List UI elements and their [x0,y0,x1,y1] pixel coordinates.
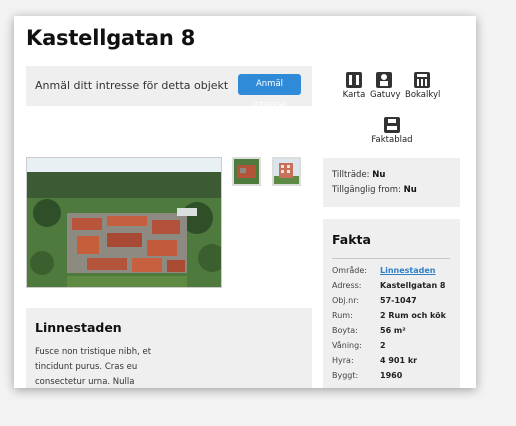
available-value: Nu [403,185,417,195]
fact-label-living-area: Boyta: [332,326,358,335]
fact-label-area: Område: [332,266,367,275]
page-title: Kastellgatan 8 [26,26,196,50]
thumbnail-image-2 [274,159,299,184]
facts-divider [332,258,450,259]
fact-label-rent: Hyra: [332,356,354,365]
map-icon [346,72,362,88]
fact-value-rent: 4 901 kr [380,356,418,365]
street-view-tool-label: Gatuvy [370,90,401,100]
fact-label-floor: Våning: [332,341,362,350]
calculator-icon [414,72,430,88]
main-photo[interactable] [26,157,222,288]
fact-value-rooms: 2 Rum och kök [380,311,446,320]
interest-panel: Anmäl ditt intresse för detta objekt Anm… [26,66,312,110]
thumbnail-1[interactable] [232,157,261,186]
fact-sheet-tool[interactable]: Faktablad [370,117,414,145]
fact-label-built: Byggt: [332,371,359,380]
access-line: Tillträde: Nu [332,170,385,180]
browser-window: Kastellgatan 8 Anmäl ditt intresse för d… [14,16,476,388]
access-value: Nu [372,170,386,180]
fact-value-object-number: 57-1047 [380,296,417,305]
fact-label-address: Adress: [332,281,362,290]
street-view-tool[interactable]: Gatuvy [370,72,401,100]
fact-label-rooms: Rum: [332,311,353,320]
thumbnail-2[interactable] [272,157,301,186]
fact-label-object-number: Obj.nr: [332,296,360,305]
access-label: Tillträde: [332,170,370,180]
map-tool[interactable]: Karta [342,72,366,100]
availability-panel: Tillträde: Nu Tillgänglig from: Nu [323,158,460,207]
map-tool-label: Karta [342,90,366,100]
calculator-tool-label: Bokalkyl [405,90,441,100]
fact-value-floor: 2 [380,341,386,350]
fact-value-living-area: 56 m² [380,326,406,335]
available-label: Tillgänglig from: [332,185,401,195]
thumbnail-image-1 [234,159,259,184]
interest-text: Anmäl ditt intresse för detta objekt [35,79,229,92]
facts-title: Fakta [332,232,371,247]
area-title: Linnestaden [35,320,122,335]
area-description: Fusce non tristique nibh, et tincidunt p… [35,347,152,387]
calculator-tool[interactable]: Bokalkyl [405,72,441,100]
fact-value-address: Kastellgatan 8 [380,281,446,290]
aerial-photo [27,158,221,287]
facts-panel: Fakta Område: Linnestaden Adress: Kastel… [323,219,460,388]
available-line: Tillgänglig from: Nu [332,185,417,195]
fact-sheet-tool-label: Faktablad [371,135,413,145]
register-interest-button[interactable]: Anmäl intresse [238,74,301,110]
area-description-panel: Linnestaden Fusce non tristique nibh, et… [26,308,312,388]
street-view-icon [376,72,392,88]
fact-value-built: 1960 [380,371,403,380]
fact-value-area-link[interactable]: Linnestaden [380,266,436,275]
print-icon [384,117,400,133]
